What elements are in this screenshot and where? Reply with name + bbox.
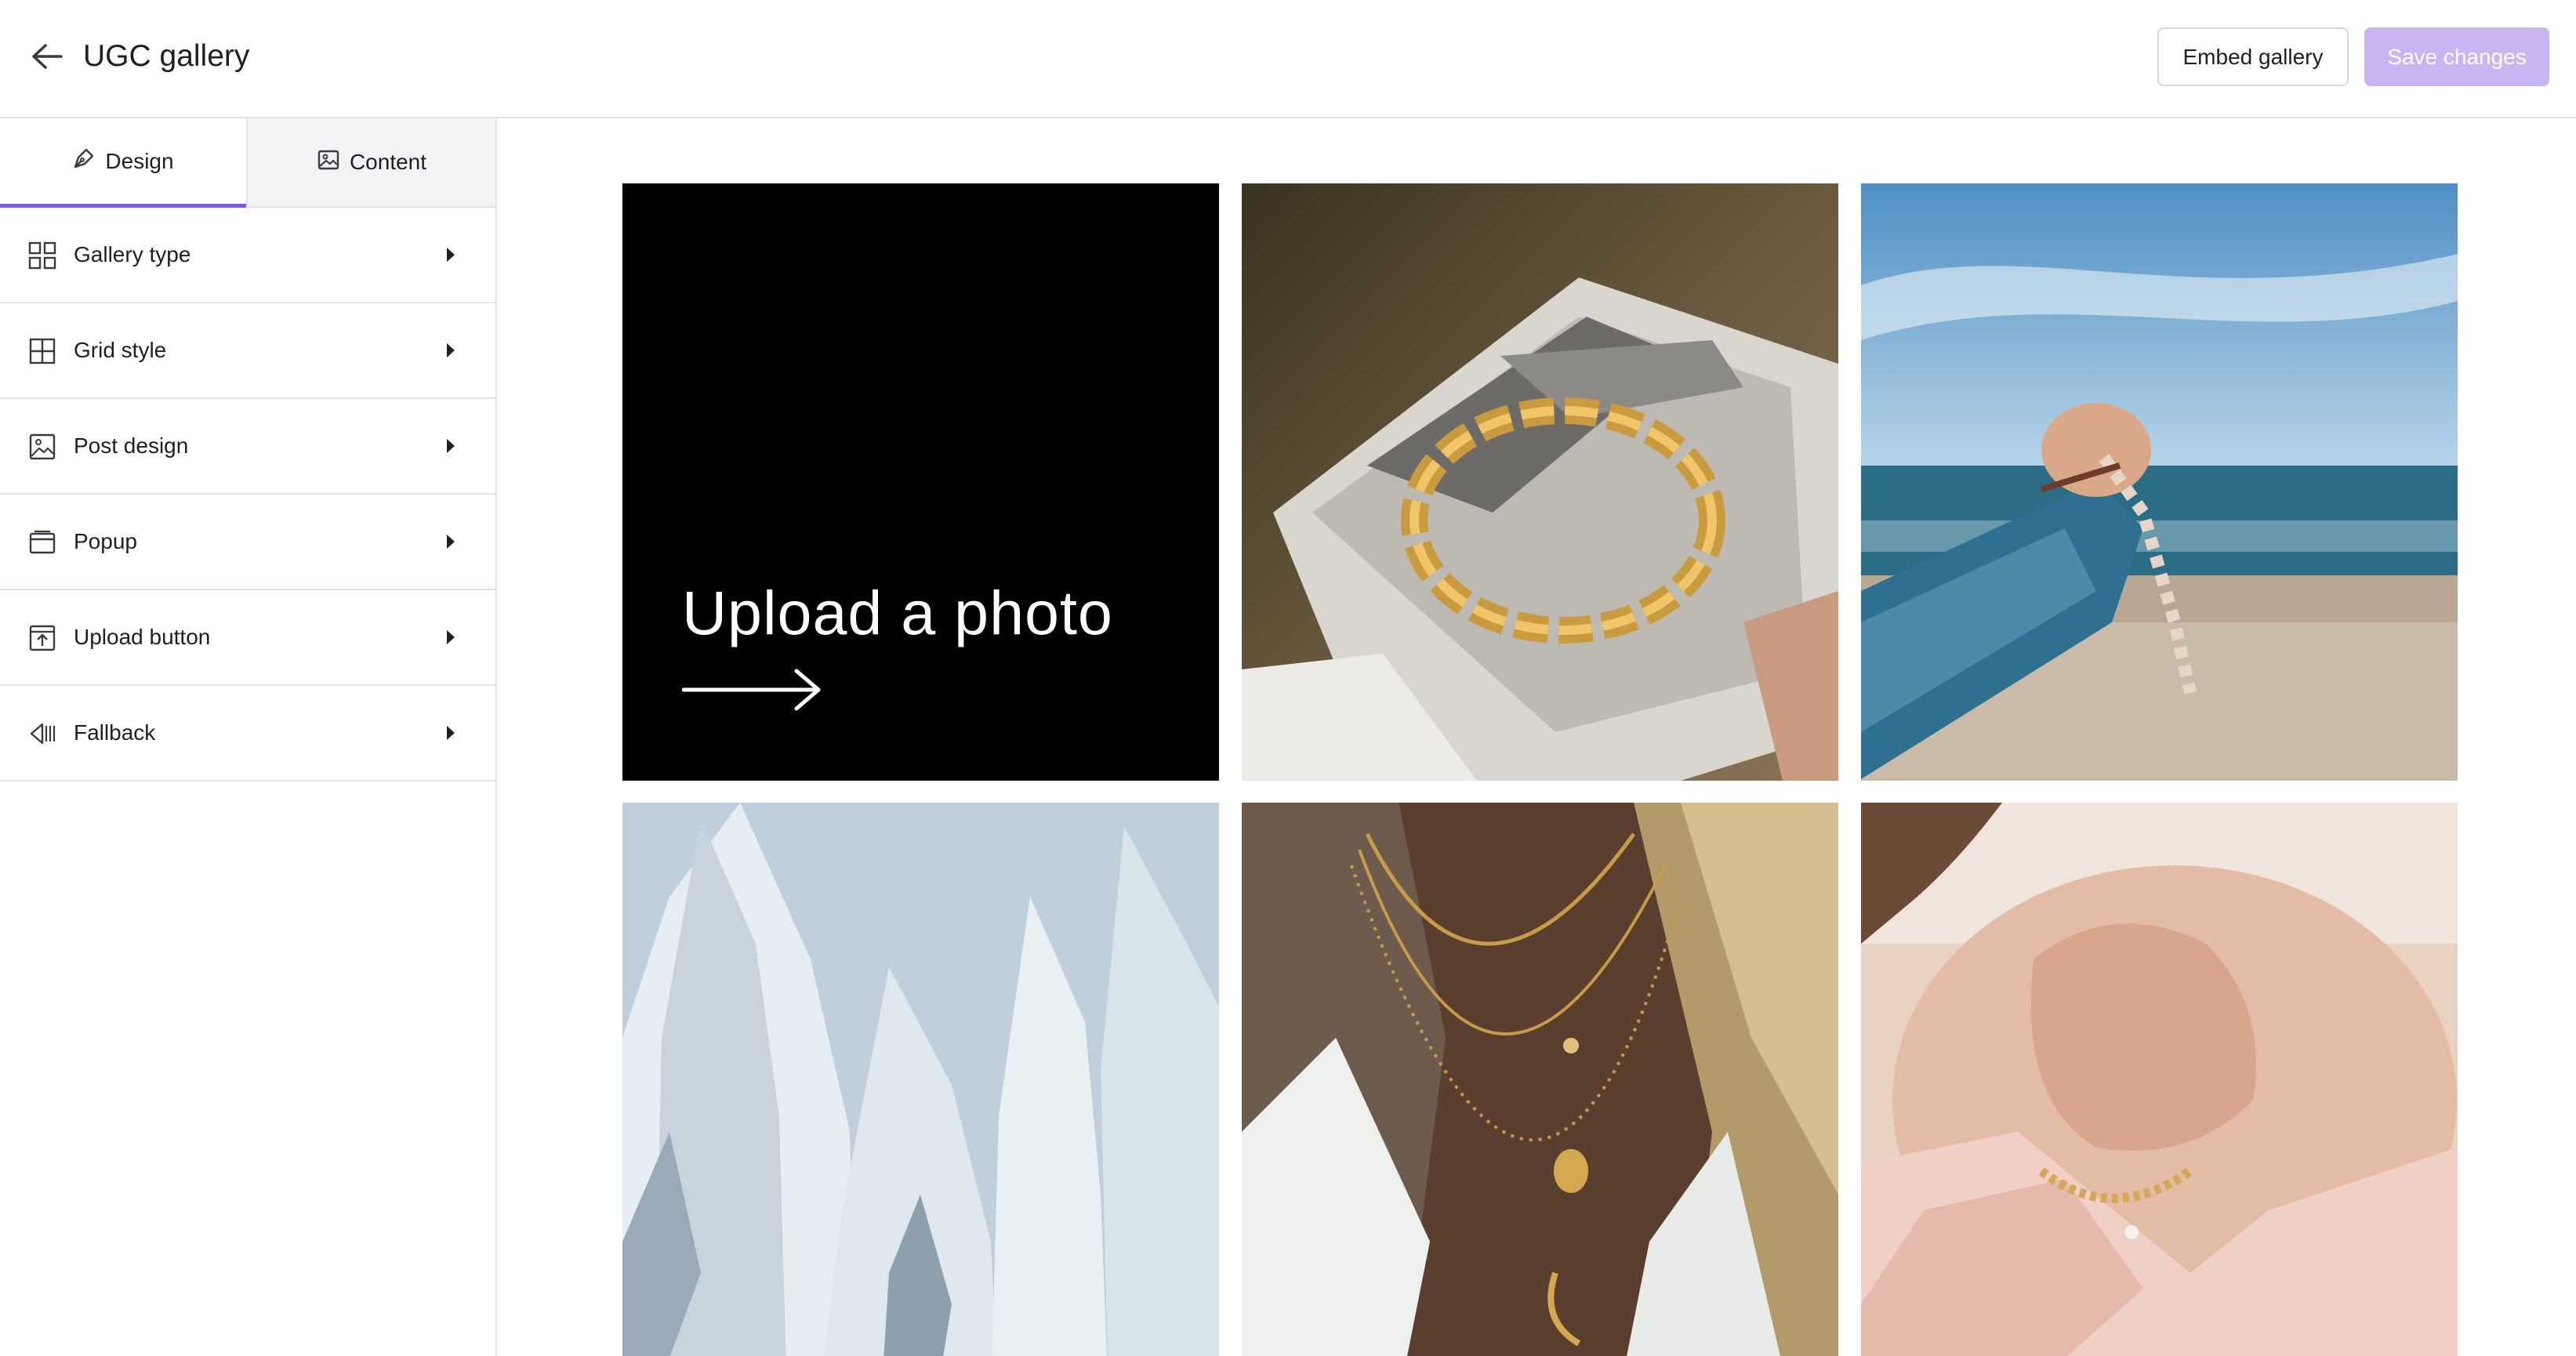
gallery-photo-bracelet[interactable]: [1242, 183, 1838, 781]
grid-icon: [28, 241, 56, 270]
upload-photo-text: Upload a photo: [682, 578, 1113, 647]
tab-content[interactable]: Content: [246, 118, 495, 208]
grid-style-icon: [28, 337, 56, 365]
page-title: UGC gallery: [83, 39, 250, 73]
gallery-photo-necklaces[interactable]: [1242, 803, 1838, 1356]
save-changes-button[interactable]: Save changes: [2364, 27, 2549, 86]
caret-right-icon: [445, 533, 456, 550]
image-frame-icon: [28, 433, 56, 461]
menu-item-upload-button[interactable]: Upload button: [0, 590, 495, 686]
menu-item-post-design[interactable]: Post design: [0, 399, 495, 495]
caret-right-icon: [445, 629, 456, 646]
caret-right-icon: [445, 342, 456, 359]
tab-design-label: Design: [105, 148, 174, 173]
upload-icon: [28, 624, 56, 652]
caret-right-icon: [445, 437, 456, 455]
menu-item-grid-style[interactable]: Grid style: [0, 303, 495, 399]
menu-label-gallery-type: Gallery type: [74, 242, 191, 266]
menu-label-post-design: Post design: [74, 433, 189, 458]
design-menu: Gallery type Grid style Post design Popu…: [0, 208, 495, 781]
menu-item-fallback[interactable]: Fallback: [0, 686, 495, 781]
tab-design[interactable]: Design: [0, 118, 246, 208]
back-arrow-icon[interactable]: [24, 36, 71, 77]
upload-photo-tile[interactable]: Upload a photo: [622, 183, 1219, 781]
menu-item-popup[interactable]: Popup: [0, 495, 495, 590]
fallback-icon: [28, 720, 56, 748]
pen-nib-icon: [72, 147, 96, 176]
gallery-photo-wrist-bracelet[interactable]: [1861, 803, 2458, 1356]
embed-gallery-button[interactable]: Embed gallery: [2157, 27, 2349, 86]
long-arrow-right-icon: [682, 666, 823, 713]
sidebar: Design Content Gallery type Grid style P…: [0, 118, 497, 1356]
menu-label-upload-button: Upload button: [74, 625, 211, 649]
sidebar-tabs: Design Content: [0, 118, 495, 208]
menu-label-popup: Popup: [74, 529, 137, 553]
menu-label-grid-style: Grid style: [74, 338, 167, 362]
gallery-preview: Upload a photo: [497, 118, 2576, 1356]
top-bar: UGC gallery Embed gallery Save changes: [0, 0, 2576, 118]
menu-item-gallery-type[interactable]: Gallery type: [0, 208, 495, 303]
tab-content-label: Content: [349, 150, 427, 174]
image-icon: [317, 148, 340, 177]
caret-right-icon: [445, 246, 456, 263]
gallery-photo-beach[interactable]: [1861, 183, 2458, 781]
popup-window-icon: [28, 528, 56, 557]
gallery-photo-snow-trees[interactable]: [622, 803, 1219, 1356]
caret-right-icon: [445, 724, 456, 741]
menu-label-fallback: Fallback: [74, 720, 156, 745]
